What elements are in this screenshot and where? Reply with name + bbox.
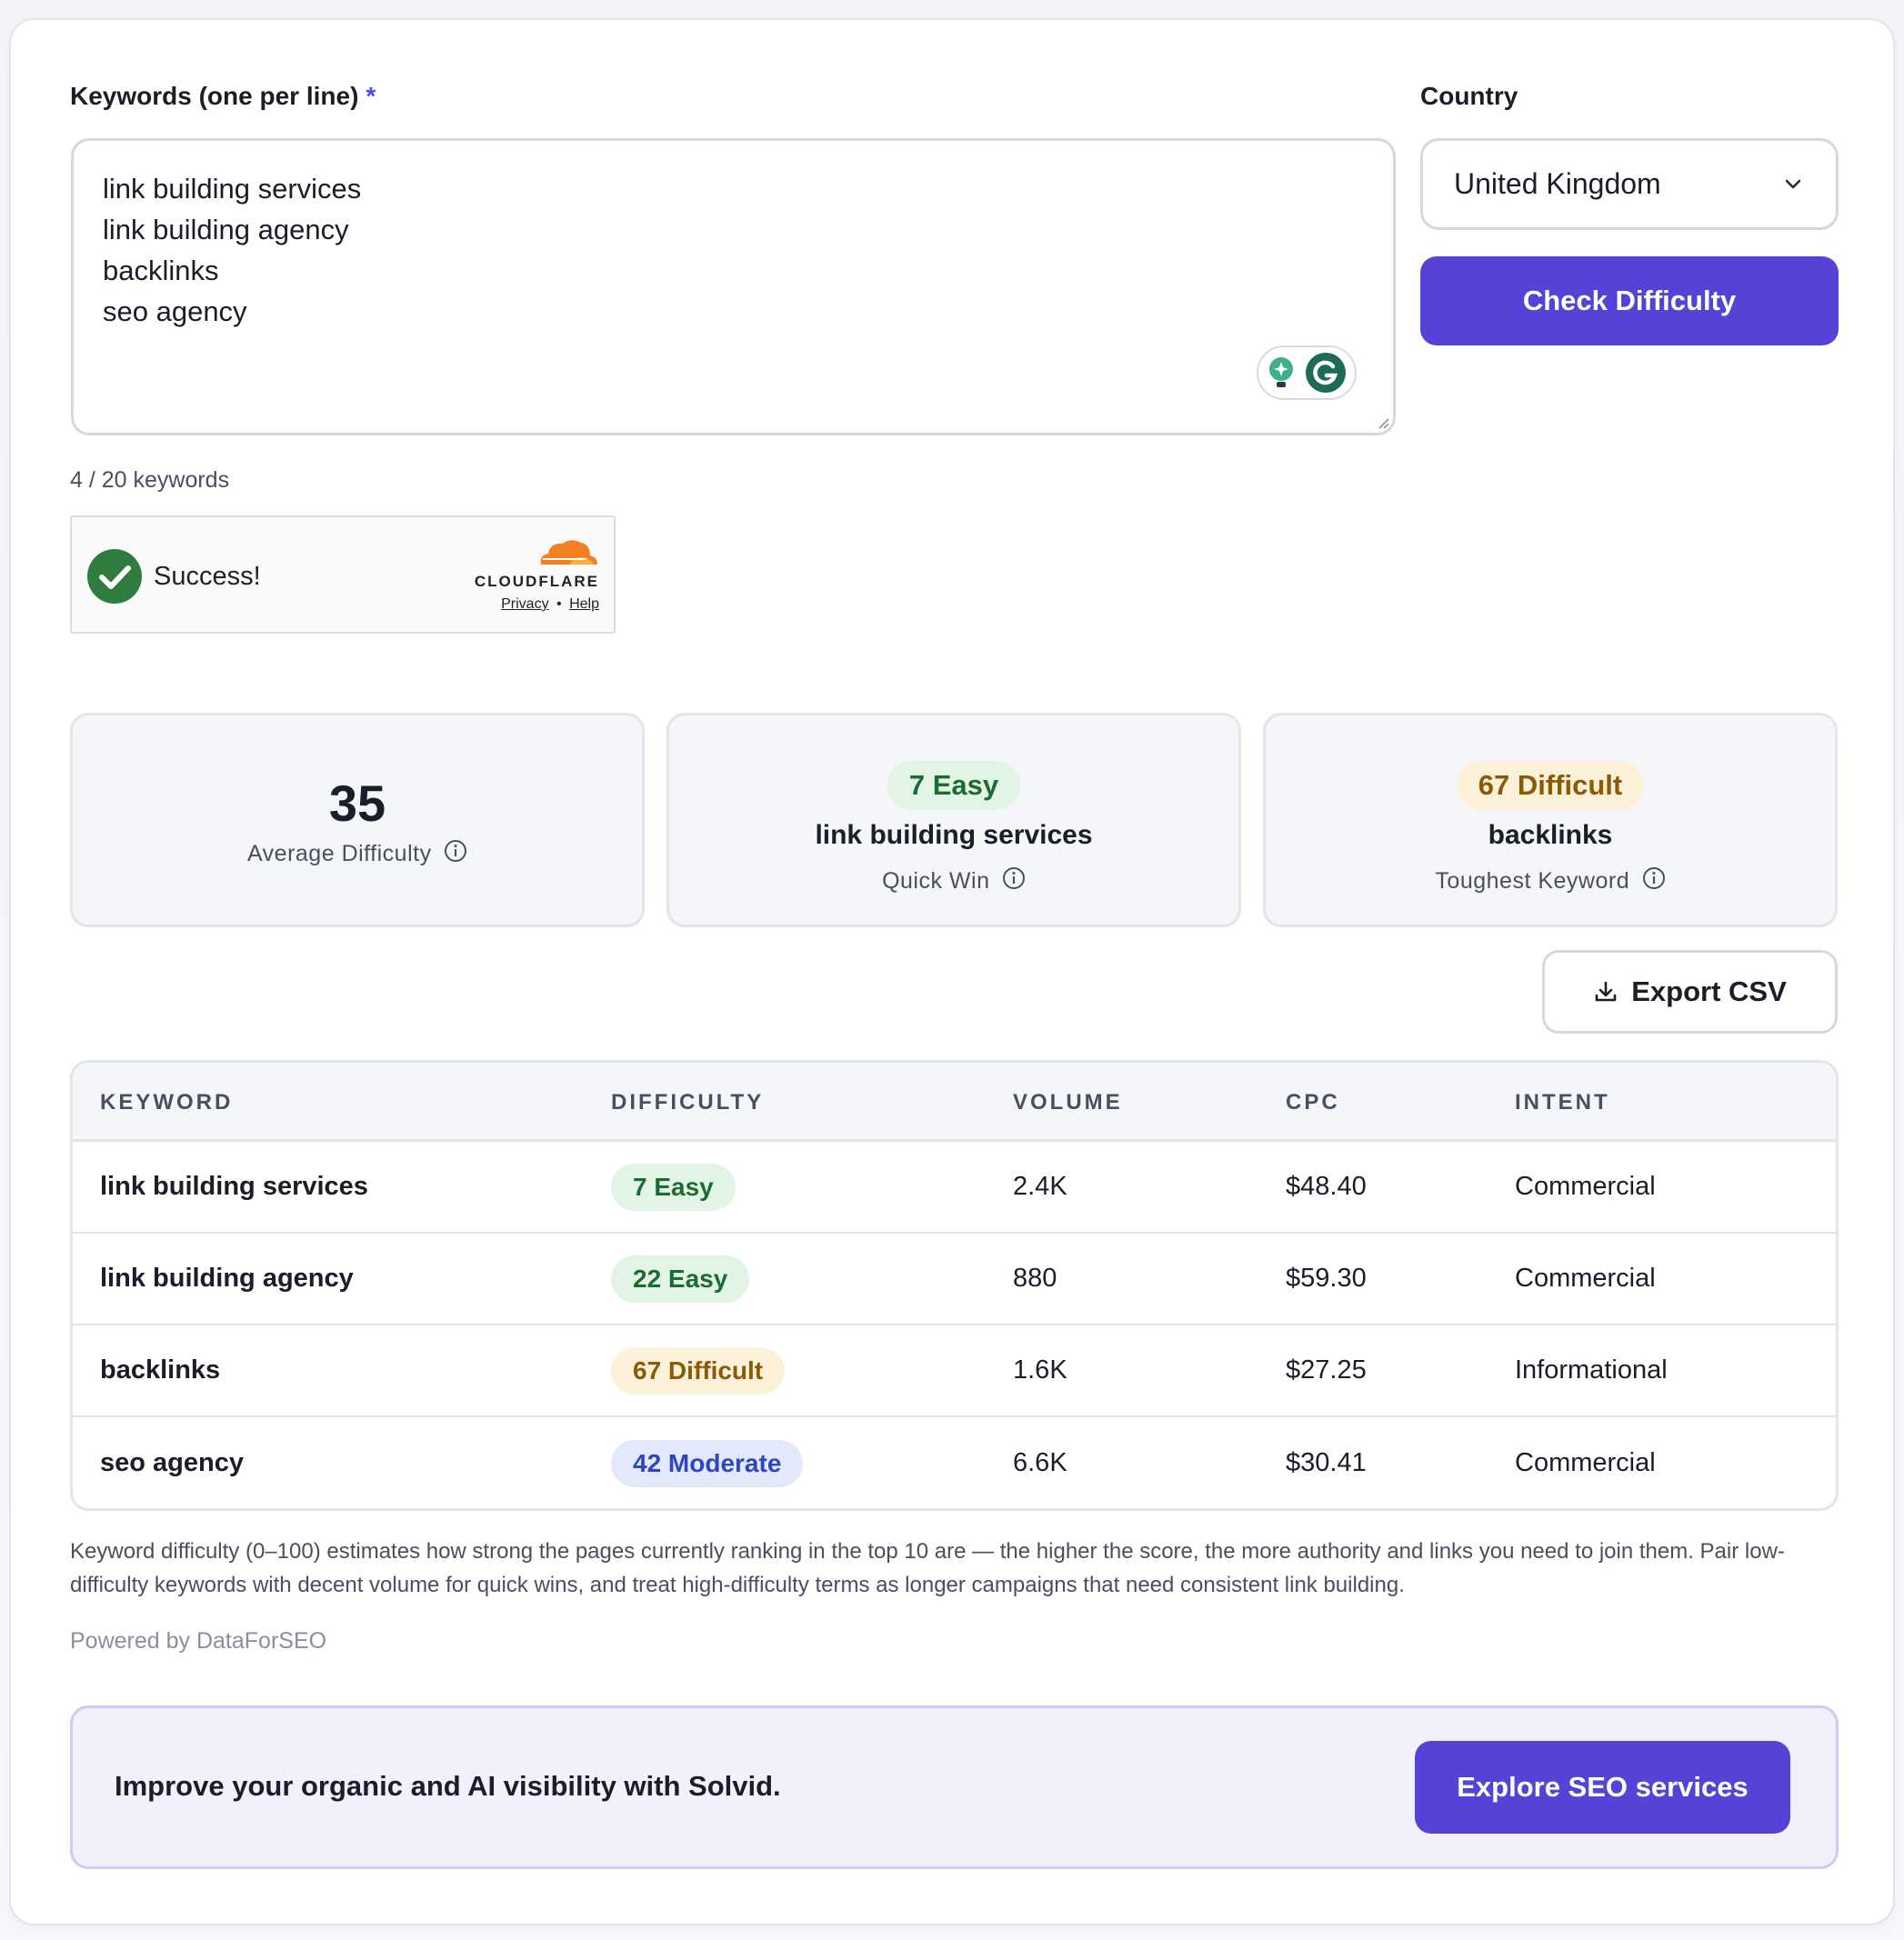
keyword-line: link building services bbox=[103, 173, 362, 205]
explore-seo-services-button[interactable]: Explore SEO services bbox=[1415, 1741, 1790, 1834]
table-row: backlinks 67 Difficult 1.6K $27.25 Infor… bbox=[73, 1325, 1836, 1417]
privacy-link[interactable]: Privacy bbox=[501, 596, 548, 612]
cell-intent: Informational bbox=[1515, 1355, 1668, 1385]
toughest-badge: 67 Difficult bbox=[1456, 761, 1645, 810]
powered-by: Powered by DataForSEO bbox=[70, 1628, 327, 1654]
cell-cpc: $48.40 bbox=[1286, 1172, 1367, 1201]
captcha-status: Success! bbox=[154, 562, 261, 591]
cell-volume: 880 bbox=[1013, 1264, 1057, 1293]
cloudflare-captcha: Success! CLOUDFLARE Privacy • Help bbox=[70, 515, 616, 634]
keyword-line: link building agency bbox=[103, 214, 349, 245]
cell-keyword: seo agency bbox=[100, 1448, 244, 1477]
country-label: Country bbox=[1420, 82, 1518, 110]
tool-card: Keywords (one per line) * link building s… bbox=[9, 18, 1895, 1925]
stat-average-difficulty: 35 Average Difficulty bbox=[70, 713, 645, 927]
promo-banner: Improve your organic and AI visibility w… bbox=[70, 1705, 1839, 1869]
cell-difficulty: 67 Difficult bbox=[611, 1325, 786, 1415]
table-header: KEYWORD DIFFICULTY VOLUME CPC INTENT bbox=[73, 1063, 1836, 1142]
keywords-textarea[interactable]: link building services link building age… bbox=[71, 138, 1396, 435]
column-header-cpc: CPC bbox=[1286, 1090, 1340, 1115]
average-difficulty-value: 35 bbox=[328, 775, 386, 832]
country-value: United Kingdom bbox=[1454, 167, 1661, 200]
checkmark-icon bbox=[87, 549, 142, 604]
chevron-down-icon bbox=[1785, 179, 1801, 189]
promo-text: Improve your organic and AI visibility w… bbox=[115, 1770, 781, 1802]
cell-intent: Commercial bbox=[1515, 1448, 1656, 1477]
difficulty-badge: 22 Easy bbox=[611, 1255, 750, 1303]
cell-difficulty: 7 Easy bbox=[611, 1142, 736, 1232]
download-icon bbox=[1595, 981, 1617, 1002]
stat-toughest-keyword: 67 Difficult backlinks Toughest Keyword bbox=[1263, 713, 1838, 927]
average-difficulty-label: Average Difficulty bbox=[73, 839, 642, 867]
keyword-counter: 4 / 20 keywords bbox=[70, 467, 230, 493]
info-icon[interactable] bbox=[1002, 866, 1026, 890]
info-icon[interactable] bbox=[1642, 866, 1666, 890]
column-header-difficulty: DIFFICULTY bbox=[611, 1090, 765, 1115]
required-mark: * bbox=[366, 82, 376, 110]
stat-quick-win: 7 Easy link building services Quick Win bbox=[666, 713, 1241, 927]
cell-volume: 6.6K bbox=[1013, 1448, 1067, 1477]
table-row: seo agency 42 Moderate 6.6K $30.41 Comme… bbox=[73, 1417, 1836, 1508]
cell-difficulty: 22 Easy bbox=[611, 1234, 750, 1324]
country-select[interactable]: United Kingdom bbox=[1420, 138, 1839, 230]
captcha-links: Privacy • Help bbox=[475, 596, 599, 613]
difficulty-badge: 7 Easy bbox=[611, 1163, 736, 1211]
quick-win-label: Quick Win bbox=[669, 866, 1238, 895]
table-row: link building services 7 Easy 2.4K $48.4… bbox=[73, 1142, 1836, 1234]
difficulty-badge: 42 Moderate bbox=[611, 1439, 804, 1487]
cloudflare-brand: CLOUDFLARE Privacy • Help bbox=[475, 535, 599, 613]
column-header-keyword: KEYWORD bbox=[100, 1090, 234, 1115]
cell-intent: Commercial bbox=[1515, 1172, 1656, 1201]
link-separator: • bbox=[556, 596, 562, 612]
keyword-table: KEYWORD DIFFICULTY VOLUME CPC INTENT lin… bbox=[70, 1060, 1839, 1511]
cell-keyword: link building agency bbox=[100, 1264, 354, 1293]
quick-win-keyword: link building services bbox=[815, 820, 1093, 850]
help-link[interactable]: Help bbox=[569, 596, 599, 612]
cell-cpc: $27.25 bbox=[1286, 1355, 1367, 1385]
toughest-keyword: backlinks bbox=[1488, 820, 1613, 850]
keyword-line: seo agency bbox=[103, 295, 247, 327]
keywords-label: Keywords (one per line) * bbox=[70, 82, 376, 110]
column-header-intent: INTENT bbox=[1515, 1090, 1610, 1115]
export-csv-button[interactable]: Export CSV bbox=[1542, 950, 1838, 1034]
cell-volume: 2.4K bbox=[1013, 1172, 1067, 1201]
grammarly-icon[interactable] bbox=[1305, 352, 1347, 394]
lightbulb-icon[interactable] bbox=[1267, 356, 1296, 389]
cloudflare-logo bbox=[540, 540, 597, 565]
keyword-line: backlinks bbox=[103, 255, 219, 286]
difficulty-badge: 67 Difficult bbox=[611, 1346, 786, 1395]
cell-difficulty: 42 Moderate bbox=[611, 1417, 804, 1508]
toughest-label: Toughest Keyword bbox=[1266, 866, 1835, 895]
table-row: link building agency 22 Easy 880 $59.30 … bbox=[73, 1234, 1836, 1325]
cell-keyword: link building services bbox=[100, 1172, 368, 1201]
check-difficulty-button[interactable]: Check Difficulty bbox=[1420, 256, 1839, 345]
cell-cpc: $59.30 bbox=[1286, 1264, 1367, 1293]
cell-cpc: $30.41 bbox=[1286, 1448, 1367, 1477]
info-icon[interactable] bbox=[444, 839, 467, 863]
cloudflare-wordmark: CLOUDFLARE bbox=[474, 573, 599, 590]
grammarly-widget[interactable] bbox=[1257, 345, 1357, 400]
cell-keyword: backlinks bbox=[100, 1355, 221, 1385]
cell-volume: 1.6K bbox=[1013, 1355, 1067, 1385]
cell-intent: Commercial bbox=[1515, 1264, 1656, 1293]
export-csv-label: Export CSV bbox=[1631, 975, 1787, 1007]
column-header-volume: VOLUME bbox=[1013, 1090, 1123, 1115]
quick-win-badge: 7 Easy bbox=[887, 761, 1021, 810]
difficulty-explanation: Keyword difficulty (0–100) estimates how… bbox=[70, 1539, 1785, 1597]
resize-handle-icon[interactable] bbox=[1375, 415, 1389, 429]
